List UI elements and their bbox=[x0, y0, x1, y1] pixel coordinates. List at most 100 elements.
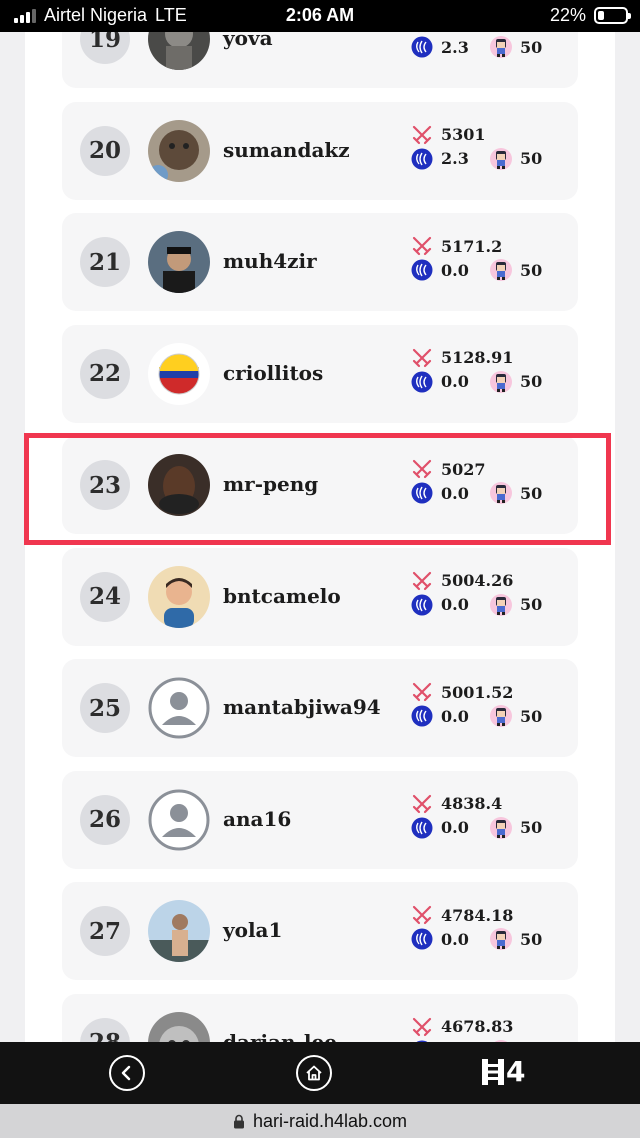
swords-icon bbox=[411, 681, 433, 703]
steem-icon bbox=[411, 259, 433, 281]
rank-badge: 23 bbox=[80, 460, 130, 510]
rank-badge: 28 bbox=[80, 1017, 130, 1042]
steem-icon bbox=[411, 928, 433, 950]
leaderboard-panel[interactable]: 19 yova 5320 2.3 50 20 sumandakz 5301 2.3 50 21 muh… bbox=[25, 32, 615, 1042]
mob-stat: 50 bbox=[490, 147, 543, 170]
battery-percent: 22% bbox=[549, 5, 586, 25]
username[interactable]: ana16 bbox=[223, 807, 291, 831]
mob-character-icon bbox=[490, 928, 512, 950]
username[interactable]: sumandakz bbox=[223, 138, 350, 162]
power-stat: 5001.52 bbox=[411, 681, 513, 703]
leaderboard-row[interactable]: 21 muh4zir 5171.2 0.0 50 bbox=[62, 213, 578, 311]
avatar[interactable] bbox=[148, 900, 210, 962]
steem-stat: 0.0 bbox=[411, 705, 469, 727]
leaderboard-row[interactable]: 19 yova 5320 2.3 50 bbox=[62, 32, 578, 88]
swords-icon bbox=[411, 1016, 433, 1038]
steem-icon bbox=[411, 594, 433, 616]
steem-stat: 0.0 bbox=[411, 928, 469, 950]
chevron-left-icon bbox=[121, 1065, 131, 1081]
steem-icon bbox=[411, 371, 433, 393]
h-logo-icon bbox=[482, 1059, 504, 1085]
rank-badge: 24 bbox=[80, 571, 130, 622]
username[interactable]: mr-peng bbox=[223, 472, 318, 496]
avatar[interactable] bbox=[148, 231, 210, 293]
username[interactable]: yola1 bbox=[223, 918, 282, 942]
avatar[interactable] bbox=[148, 32, 210, 70]
avatar[interactable] bbox=[148, 677, 210, 739]
username[interactable]: muh4zir bbox=[223, 249, 317, 273]
power-value: 5001.52 bbox=[441, 682, 514, 702]
swords-icon bbox=[411, 793, 433, 815]
steem-stat: 0.0 bbox=[411, 371, 469, 393]
steem-icon bbox=[411, 817, 433, 839]
steem-stat: 2.3 bbox=[411, 36, 469, 58]
rank-badge: 22 bbox=[80, 348, 130, 399]
power-stat: 4784.18 bbox=[411, 904, 513, 926]
power-stat: 5320 bbox=[411, 32, 486, 34]
leaderboard-row[interactable]: 27 yola1 4784.18 0.0 50 bbox=[62, 882, 578, 980]
avatar[interactable] bbox=[148, 119, 210, 182]
mob-value: 50 bbox=[520, 37, 543, 57]
username[interactable]: mantabjiwa94 bbox=[223, 695, 381, 719]
username[interactable]: bntcamelo bbox=[223, 584, 341, 608]
username[interactable]: darian-lee bbox=[223, 1030, 337, 1043]
swords-icon bbox=[411, 347, 433, 369]
mob-value: 50 bbox=[520, 595, 543, 614]
battery-fill bbox=[598, 11, 604, 20]
power-stat: 5301 bbox=[411, 124, 486, 146]
power-value: 5171.2 bbox=[441, 236, 503, 256]
steem-value: 0.0 bbox=[441, 706, 469, 726]
clock: 2:06 AM bbox=[285, 5, 355, 25]
app-logo[interactable]: 4 bbox=[482, 1056, 525, 1088]
leaderboard-row[interactable]: 28darian-lee4678.830.050 bbox=[62, 993, 578, 1043]
power-value: 4838.4 bbox=[441, 794, 503, 813]
avatar[interactable] bbox=[148, 565, 210, 628]
mob-character-icon bbox=[490, 36, 512, 58]
leaderboard-row[interactable]: 26 ana16 4838.4 0.0 50 bbox=[62, 770, 578, 869]
power-stat: 5004.26 bbox=[411, 570, 513, 592]
back-button[interactable] bbox=[109, 1055, 145, 1091]
steem-value: 0.0 bbox=[441, 260, 469, 280]
steem-icon bbox=[411, 148, 433, 170]
mob-stat: 50 bbox=[490, 816, 543, 839]
steem-value: 0.0 bbox=[441, 595, 469, 614]
home-button[interactable] bbox=[296, 1055, 332, 1091]
leaderboard-row[interactable]: 22 criollitos 5128.91 0.0 50 bbox=[62, 324, 578, 423]
steem-stat: 0.0 bbox=[411, 259, 469, 281]
username[interactable]: yova bbox=[223, 32, 273, 50]
rank-badge: 27 bbox=[80, 906, 130, 956]
power-stat: 4678.83 bbox=[411, 1016, 513, 1038]
power-value: 5027 bbox=[441, 459, 486, 479]
avatar[interactable] bbox=[148, 454, 210, 516]
mob-character-icon bbox=[490, 593, 512, 616]
mob-stat: 50 bbox=[490, 482, 542, 504]
steem-stat: 2.3 bbox=[411, 148, 469, 170]
swords-icon bbox=[411, 570, 433, 592]
rank-badge: 19 bbox=[80, 32, 130, 64]
mob-character-icon bbox=[490, 259, 512, 281]
mob-value: 50 bbox=[520, 149, 543, 168]
leaderboard-row[interactable]: 25 mantabjiwa94 5001.52 0.0 50 bbox=[62, 659, 578, 757]
avatar[interactable] bbox=[148, 1011, 210, 1042]
mob-character-icon bbox=[490, 482, 512, 504]
leaderboard-row[interactable]: 24 bntcamelo 5004.26 0.0 50 bbox=[62, 547, 578, 646]
power-value: 5320 bbox=[441, 32, 486, 33]
steem-stat: 0.0 bbox=[411, 594, 469, 616]
avatar[interactable] bbox=[148, 342, 210, 405]
steem-icon bbox=[411, 705, 433, 727]
leaderboard-row[interactable]: 20 sumandakz 5301 2.3 50 bbox=[62, 101, 578, 200]
mob-stat: 50 bbox=[490, 370, 542, 393]
power-stat: 5171.2 bbox=[411, 235, 502, 257]
username[interactable]: criollitos bbox=[223, 361, 323, 385]
leaderboard-row[interactable]: 23 mr-peng 5027 0.0 50 bbox=[62, 436, 578, 534]
avatar[interactable] bbox=[148, 789, 210, 851]
lock-icon bbox=[233, 1114, 244, 1128]
mob-stat: 50 bbox=[490, 259, 542, 281]
mob-character-icon bbox=[490, 816, 512, 839]
status-bar: Airtel Nigeria LTE 2:06 AM 22% bbox=[0, 0, 640, 32]
battery-icon bbox=[594, 7, 631, 24]
url-bar[interactable]: hari-raid.h4lab.com bbox=[0, 1104, 640, 1138]
mob-value: 50 bbox=[520, 818, 543, 837]
steem-value: 0.0 bbox=[441, 818, 469, 837]
power-stat: 5128.91 bbox=[411, 347, 513, 369]
